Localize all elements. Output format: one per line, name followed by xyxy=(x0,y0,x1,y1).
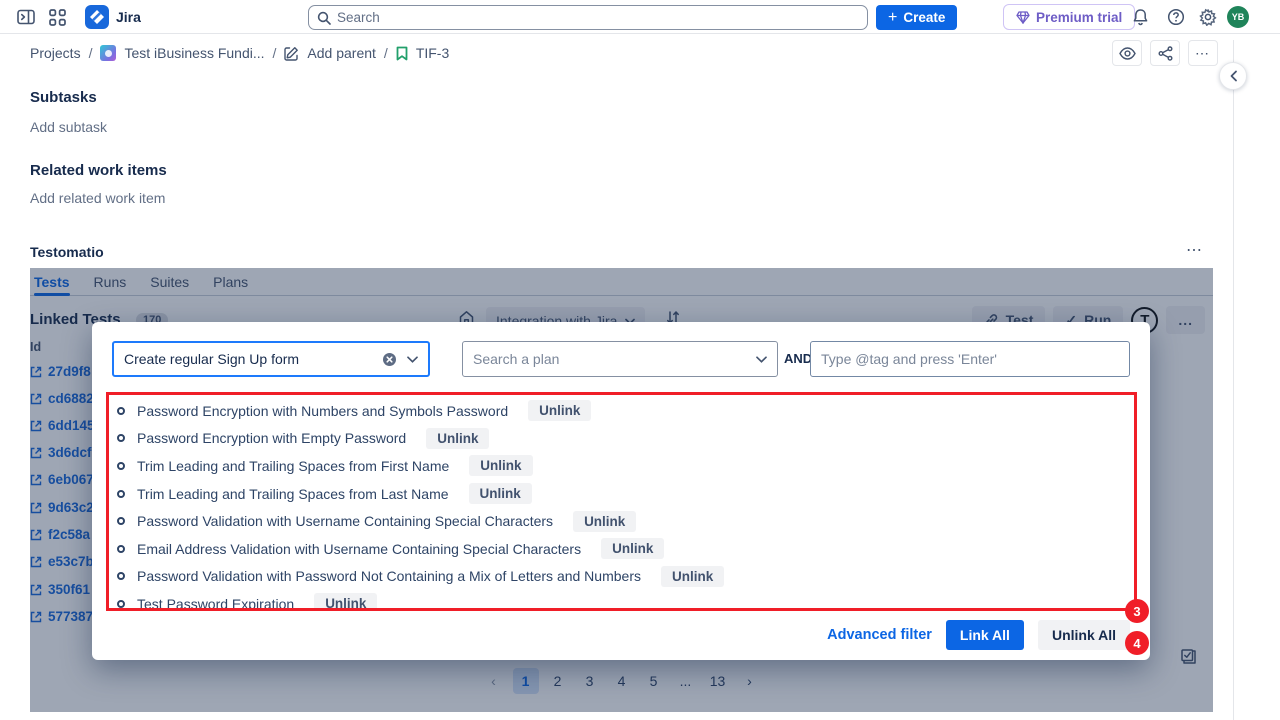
notifications-icon[interactable] xyxy=(1130,8,1150,26)
breadcrumb-projects[interactable]: Projects xyxy=(30,45,81,61)
plan-filter-select[interactable] xyxy=(462,341,778,377)
test-bullet-icon xyxy=(117,572,125,580)
share-icon[interactable] xyxy=(1150,40,1180,66)
top-navigation-bar: Jira + Create Premium trial YB xyxy=(0,0,1280,34)
list-item: Trim Leading and Trailing Spaces from Fi… xyxy=(117,452,1130,480)
list-item: Email Address Validation with Username C… xyxy=(117,535,1130,563)
unlink-button[interactable]: Unlink xyxy=(661,566,724,587)
list-item: Test Password Expiration Unlink xyxy=(117,590,1130,611)
related-work-heading: Related work items xyxy=(30,162,167,179)
list-item: Password Encryption with Numbers and Sym… xyxy=(117,397,1130,425)
watch-eye-icon[interactable] xyxy=(1112,40,1142,66)
annotation-highlight-box: Password Encryption with Numbers and Sym… xyxy=(106,392,1137,611)
breadcrumb-separator: / xyxy=(89,45,93,61)
filter-row: AND AND xyxy=(92,341,1150,377)
clear-icon[interactable] xyxy=(382,352,397,367)
app-title: Jira xyxy=(116,9,141,25)
create-button[interactable]: + Create xyxy=(876,5,957,30)
advanced-filter-link[interactable]: Advanced filter xyxy=(827,627,932,643)
test-bullet-icon xyxy=(117,600,125,608)
test-filter-select[interactable] xyxy=(112,341,430,377)
project-avatar-icon xyxy=(100,45,116,61)
test-bullet-icon xyxy=(117,434,125,442)
unlink-all-button[interactable]: Unlink All xyxy=(1038,620,1130,650)
annotation-step-4: 4 xyxy=(1125,631,1149,655)
right-rail-divider xyxy=(1233,40,1234,720)
jira-page: Jira + Create Premium trial YB xyxy=(0,0,1280,720)
app-switcher-icon[interactable] xyxy=(47,8,67,26)
more-actions-icon[interactable]: ⋯ xyxy=(1188,40,1218,66)
breadcrumb-project[interactable]: Test iBusiness Fundi... xyxy=(124,45,264,61)
search-icon xyxy=(317,11,331,25)
linked-test-list: Password Encryption with Numbers and Sym… xyxy=(117,397,1130,611)
unlink-button[interactable]: Unlink xyxy=(314,593,377,611)
jira-logo-icon[interactable] xyxy=(85,5,109,29)
plus-icon: + xyxy=(888,10,897,26)
issue-actions: ⋯ xyxy=(1112,40,1218,66)
unlink-button[interactable]: Unlink xyxy=(528,400,591,421)
unlink-button[interactable]: Unlink xyxy=(601,538,664,559)
test-bullet-icon xyxy=(117,407,125,415)
list-item: Password Validation with Password Not Co… xyxy=(117,563,1130,591)
testomatio-heading: Testomatio xyxy=(30,244,104,260)
modal-footer: Advanced filter Link All Unlink All xyxy=(827,620,1130,650)
breadcrumb: Projects / Test iBusiness Fundi... / Add… xyxy=(30,40,449,66)
test-bullet-icon xyxy=(117,490,125,498)
tag-filter-field[interactable] xyxy=(810,341,1130,377)
gem-icon xyxy=(1016,11,1030,24)
sidebar-toggle-icon[interactable] xyxy=(16,8,36,26)
help-icon[interactable] xyxy=(1166,8,1186,26)
link-tests-modal: AND AND Password Encryption with Numbers… xyxy=(92,322,1150,660)
test-bullet-icon xyxy=(117,462,125,470)
search-input[interactable] xyxy=(337,10,859,25)
user-avatar[interactable]: YB xyxy=(1227,6,1249,28)
settings-gear-icon[interactable] xyxy=(1198,8,1218,26)
test-bullet-icon xyxy=(117,545,125,553)
edit-icon xyxy=(284,46,299,61)
testomatio-more-icon[interactable]: ⋯ xyxy=(1186,240,1204,260)
test-filter-input[interactable] xyxy=(114,351,382,367)
annotation-step-3: 3 xyxy=(1125,599,1149,623)
unlink-button[interactable]: Unlink xyxy=(469,483,532,504)
plan-search-input[interactable] xyxy=(463,351,756,367)
unlink-button[interactable]: Unlink xyxy=(426,428,489,449)
list-item: Password Encryption with Empty Password … xyxy=(117,425,1130,453)
unlink-button[interactable]: Unlink xyxy=(573,511,636,532)
subtasks-heading: Subtasks xyxy=(30,89,97,106)
global-search[interactable] xyxy=(308,5,868,30)
premium-trial-button[interactable]: Premium trial xyxy=(1003,4,1135,30)
list-item: Password Validation with Username Contai… xyxy=(117,507,1130,535)
tag-input[interactable] xyxy=(811,351,1129,367)
breadcrumb-issue-key[interactable]: TIF-3 xyxy=(416,45,449,61)
test-bullet-icon xyxy=(117,517,125,525)
unlink-button[interactable]: Unlink xyxy=(469,455,532,476)
and-operator: AND xyxy=(784,351,812,366)
chevron-down-icon[interactable] xyxy=(756,356,767,363)
bookmark-icon xyxy=(396,46,408,61)
chevron-down-icon[interactable] xyxy=(407,356,418,363)
collapse-panel-icon[interactable] xyxy=(1219,62,1247,90)
add-subtask-link[interactable]: Add subtask xyxy=(30,119,107,135)
list-item: Trim Leading and Trailing Spaces from La… xyxy=(117,480,1130,508)
breadcrumb-add-parent[interactable]: Add parent xyxy=(307,45,376,61)
link-all-button[interactable]: Link All xyxy=(946,620,1024,650)
add-related-link[interactable]: Add related work item xyxy=(30,190,165,206)
